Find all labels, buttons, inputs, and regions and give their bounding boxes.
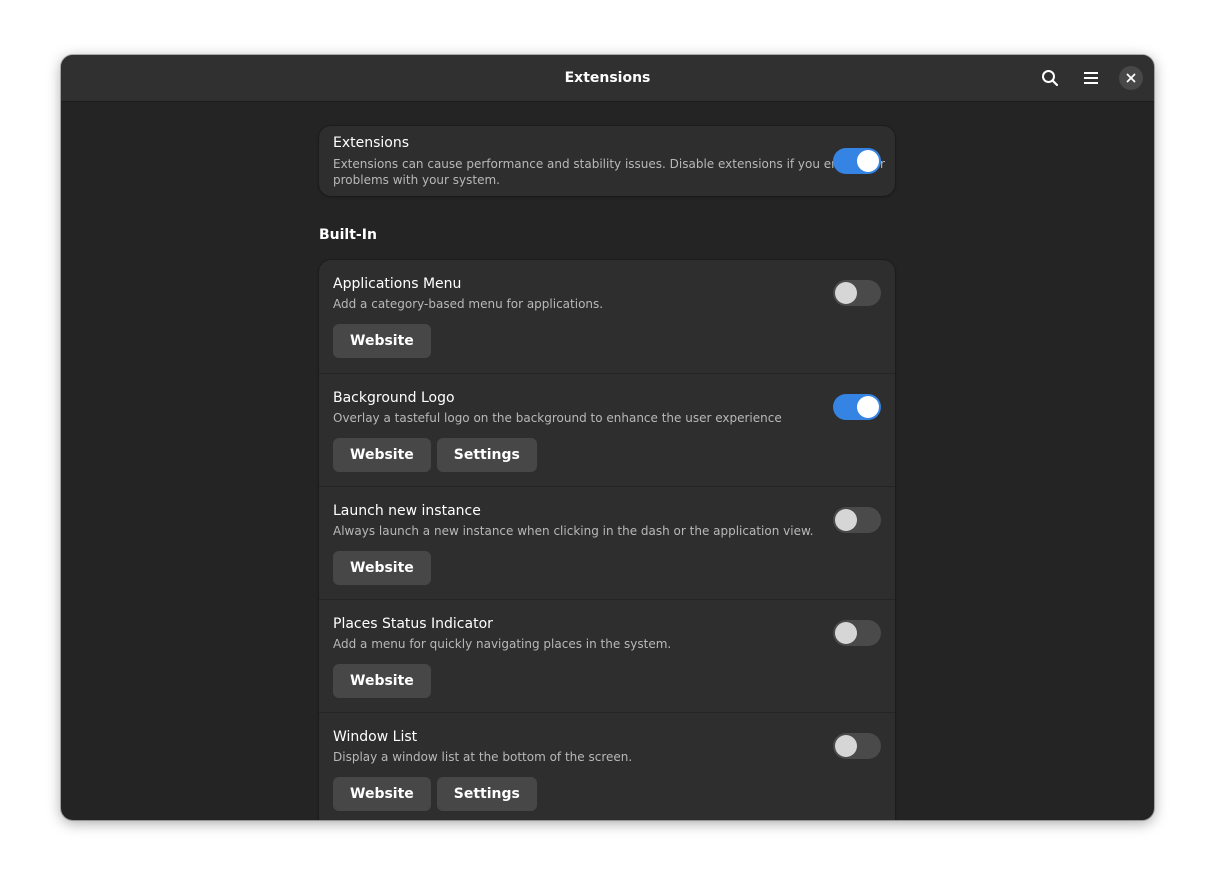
settings-button[interactable]: Settings xyxy=(436,777,537,811)
extension-description: Always launch a new instance when clicki… xyxy=(333,524,814,538)
switch-knob xyxy=(835,282,857,304)
extension-row-launch-new-instance: Launch new instance Always launch a new … xyxy=(319,486,895,600)
built-in-heading: Built-In xyxy=(319,227,377,243)
extension-row-applications-menu: Applications Menu Add a category-based m… xyxy=(319,260,895,373)
extensions-master-card: Extensions Extensions can cause performa… xyxy=(319,126,895,196)
built-in-extensions-list: Applications Menu Add a category-based m… xyxy=(319,260,895,820)
master-title: Extensions xyxy=(333,135,410,151)
switch-knob xyxy=(835,509,857,531)
extensions-window: Extensions Extensions Extensions can cau… xyxy=(61,55,1154,820)
website-button[interactable]: Website xyxy=(333,324,431,358)
search-icon xyxy=(1042,70,1059,87)
extension-row-window-list: Window List Display a window list at the… xyxy=(319,712,895,820)
extensions-master-switch[interactable] xyxy=(833,148,881,174)
extension-name: Applications Menu xyxy=(333,276,462,292)
extension-switch-launch-new-instance[interactable] xyxy=(833,507,881,533)
website-button[interactable]: Website xyxy=(333,777,431,811)
website-button[interactable]: Website xyxy=(333,438,431,472)
extensions-content[interactable]: Extensions Extensions can cause performa… xyxy=(61,102,1154,820)
window-title: Extensions xyxy=(564,70,651,86)
master-subtitle-line1: Extensions can cause performance and sta… xyxy=(333,157,885,171)
extension-name: Places Status Indicator xyxy=(333,616,493,632)
switch-knob xyxy=(835,735,857,757)
extension-name: Background Logo xyxy=(333,390,455,406)
switch-knob xyxy=(857,150,879,172)
switch-knob xyxy=(857,396,879,418)
extension-switch-applications-menu[interactable] xyxy=(833,280,881,306)
extension-description: Add a category-based menu for applicatio… xyxy=(333,297,604,311)
main-menu-button[interactable] xyxy=(1076,63,1106,93)
extension-row-places-status-indicator: Places Status Indicator Add a menu for q… xyxy=(319,599,895,713)
close-icon xyxy=(1126,73,1136,83)
extension-switch-window-list[interactable] xyxy=(833,733,881,759)
website-button[interactable]: Website xyxy=(333,551,431,585)
extension-name: Launch new instance xyxy=(333,503,481,519)
extension-switch-places-status-indicator[interactable] xyxy=(833,620,881,646)
extension-description: Display a window list at the bottom of t… xyxy=(333,750,633,764)
master-subtitle-line2: problems with your system. xyxy=(333,173,500,187)
close-button[interactable] xyxy=(1119,66,1143,90)
header-bar: Extensions xyxy=(61,55,1154,102)
extension-description: Overlay a tasteful logo on the backgroun… xyxy=(333,411,782,425)
settings-button[interactable]: Settings xyxy=(436,438,537,472)
extension-name: Window List xyxy=(333,729,418,745)
extension-description: Add a menu for quickly navigating places… xyxy=(333,637,672,651)
website-button[interactable]: Website xyxy=(333,664,431,698)
extension-row-background-logo: Background Logo Overlay a tasteful logo … xyxy=(319,373,895,487)
search-button[interactable] xyxy=(1035,63,1065,93)
extension-switch-background-logo[interactable] xyxy=(833,394,881,420)
switch-knob xyxy=(835,622,857,644)
hamburger-menu-icon xyxy=(1084,72,1098,84)
